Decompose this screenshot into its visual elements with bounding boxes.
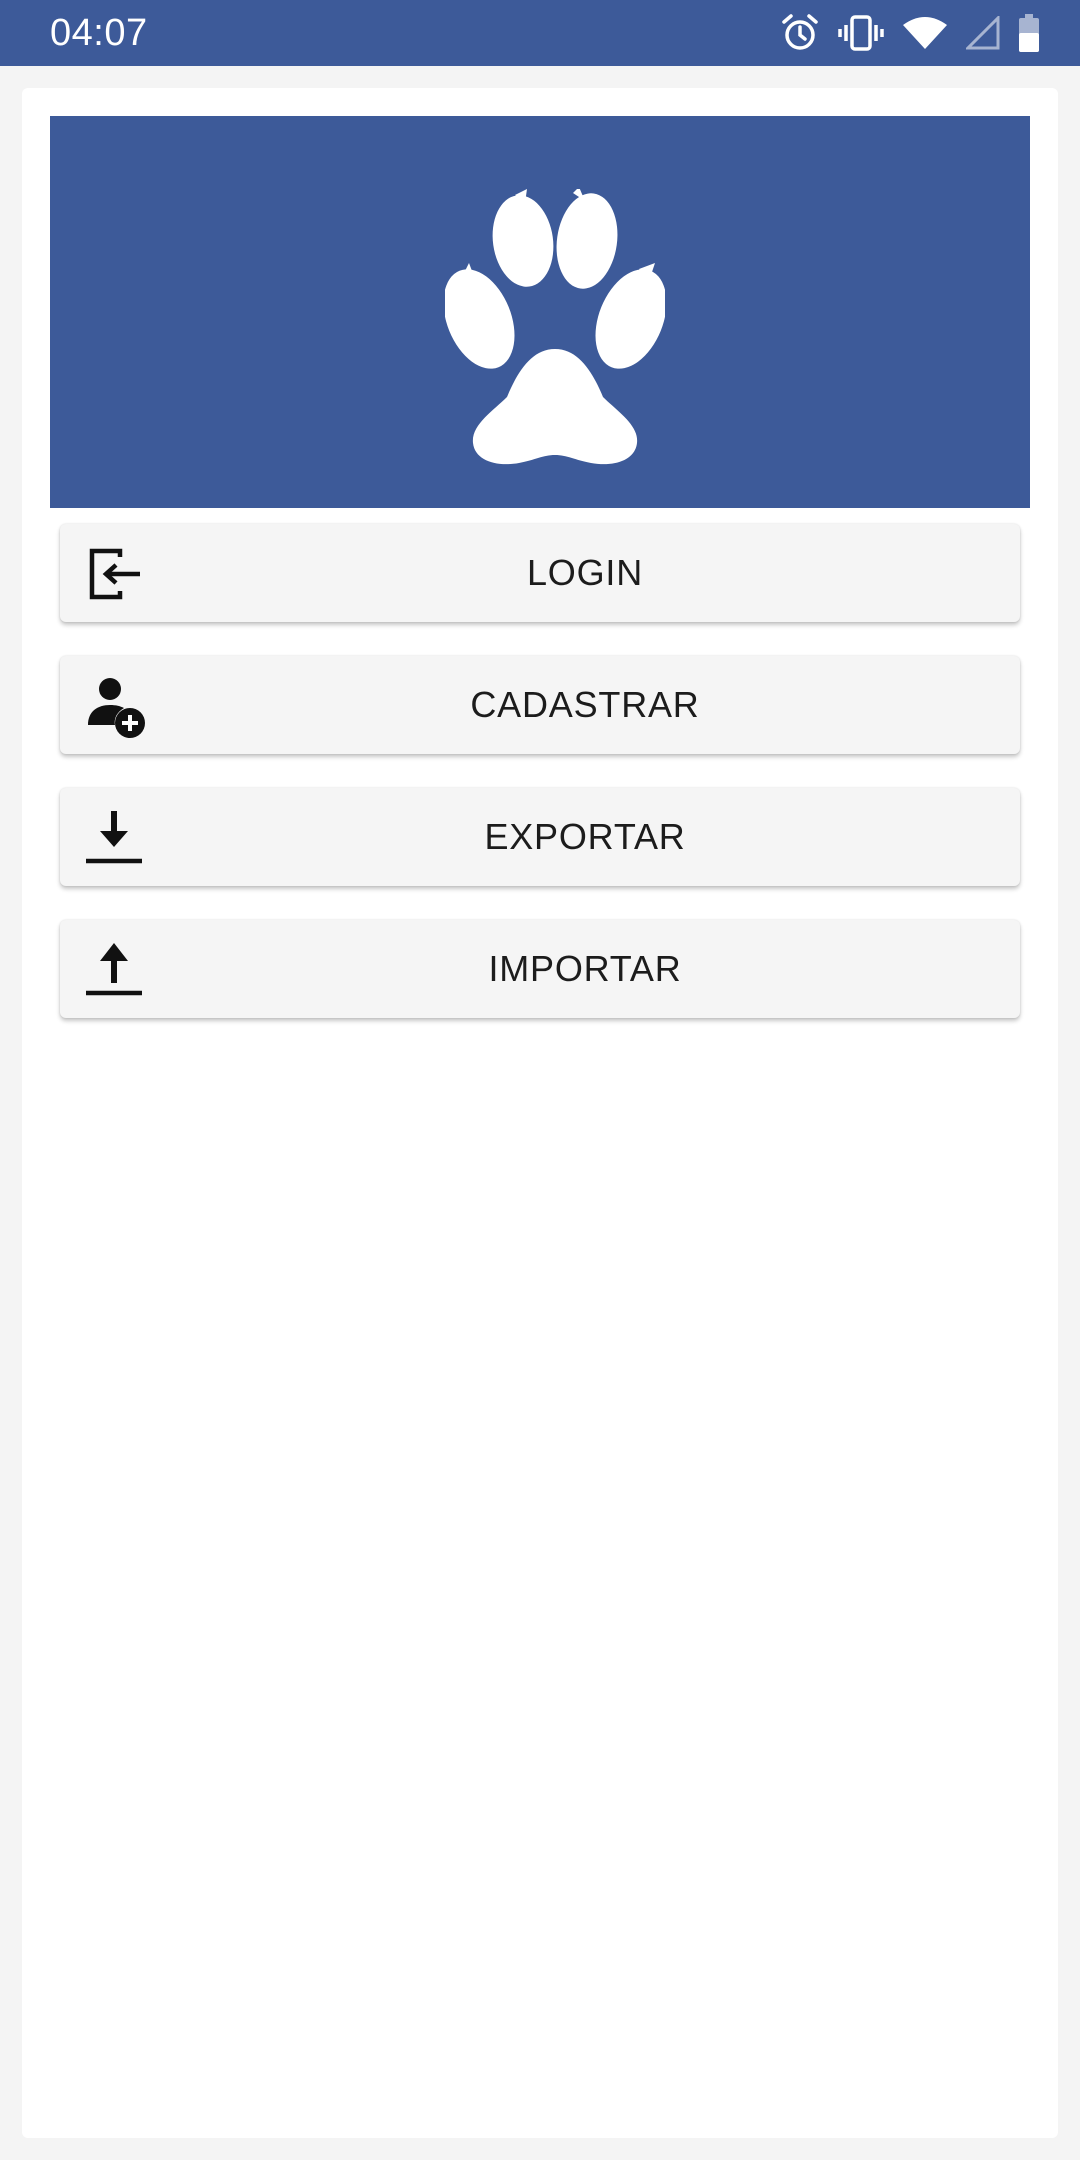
alarm-icon xyxy=(780,13,820,53)
vibrate-icon xyxy=(838,13,884,53)
status-icons xyxy=(780,12,1040,54)
banner xyxy=(50,116,1030,508)
login-icon xyxy=(84,543,144,603)
add-user-icon xyxy=(84,675,145,738)
upload-icon xyxy=(84,939,144,999)
import-label: IMPORTAR xyxy=(488,948,682,989)
download-icon xyxy=(84,807,144,867)
status-bar: 04:07 xyxy=(0,0,1080,66)
register-label: CADASTRAR xyxy=(470,684,700,725)
status-time: 04:07 xyxy=(50,12,148,54)
wifi-icon xyxy=(902,15,948,51)
export-button[interactable]: EXPORTAR xyxy=(60,788,1020,886)
battery-icon xyxy=(1018,13,1040,53)
login-button[interactable]: LOGIN xyxy=(60,524,1020,622)
main-card: LOGIN CADASTRAR EXPORTAR IMPORTAR xyxy=(22,88,1058,2138)
register-button[interactable]: CADASTRAR xyxy=(60,656,1020,754)
export-label: EXPORTAR xyxy=(484,816,686,857)
import-button[interactable]: IMPORTAR xyxy=(60,920,1020,1018)
login-label: LOGIN xyxy=(526,552,644,593)
cell-signal-icon xyxy=(966,16,1000,50)
